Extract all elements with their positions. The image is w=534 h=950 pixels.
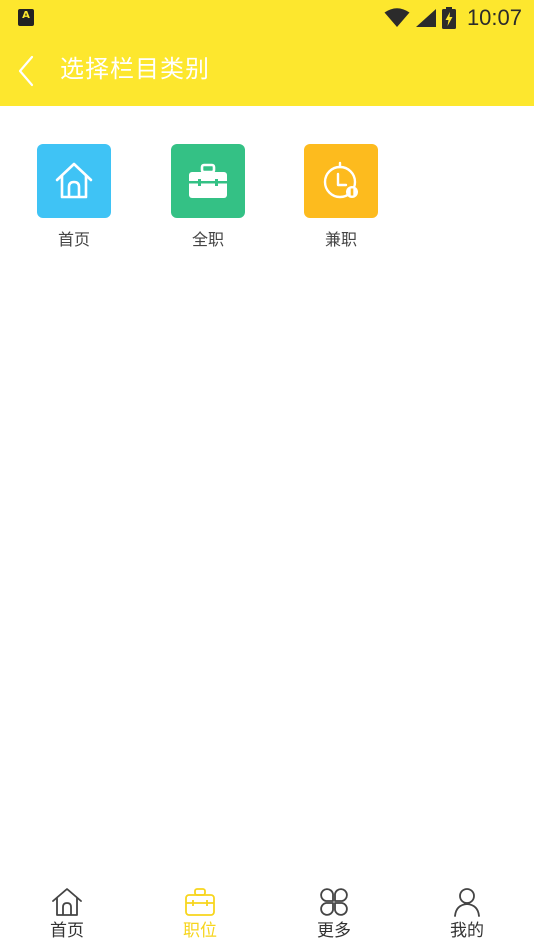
nav-item-jobs[interactable]: 职位 [155,886,245,942]
briefcase-icon [189,163,227,198]
category-label: 兼职 [324,230,357,249]
home-icon [55,162,93,199]
app-notification-letter: A [22,10,30,21]
app-header: 选择栏目类别 [0,36,534,106]
clock-icon [323,161,358,199]
nav-item-more[interactable]: 更多 [289,886,379,942]
nav-label: 更多 [317,921,351,941]
grid-icon [320,888,348,916]
user-icon [454,888,480,917]
page-title: 选择栏目类别 [60,55,210,83]
category-label: 全职 [191,230,224,249]
home-icon [52,888,82,916]
status-indicators: 10:07 [384,4,522,32]
nav-label: 职位 [183,921,217,941]
nav-label: 我的 [450,921,484,941]
app-notification-icon: A [18,9,34,26]
category-fulltime[interactable]: 全职 [171,144,245,250]
category-home[interactable]: 首页 [37,144,111,250]
category-home-tile[interactable] [37,144,111,218]
nav-item-home[interactable]: 首页 [22,886,112,942]
signal-icon [415,9,436,27]
status-bar: A 10:07 [0,0,534,36]
battery-charging-icon [441,7,456,29]
category-fulltime-tile[interactable] [171,144,245,218]
status-time: 10:07 [466,5,522,30]
nav-item-profile[interactable]: 我的 [422,886,512,942]
nav-label: 首页 [50,921,84,941]
wifi-icon [384,8,410,27]
category-label: 首页 [57,230,90,249]
category-parttime-tile[interactable] [304,144,378,218]
category-parttime[interactable]: 兼职 [304,144,378,250]
bottom-nav: 首页 职位 更多 我的 [0,878,534,950]
chevron-left-icon[interactable] [14,54,38,88]
briefcase-icon [185,888,215,916]
